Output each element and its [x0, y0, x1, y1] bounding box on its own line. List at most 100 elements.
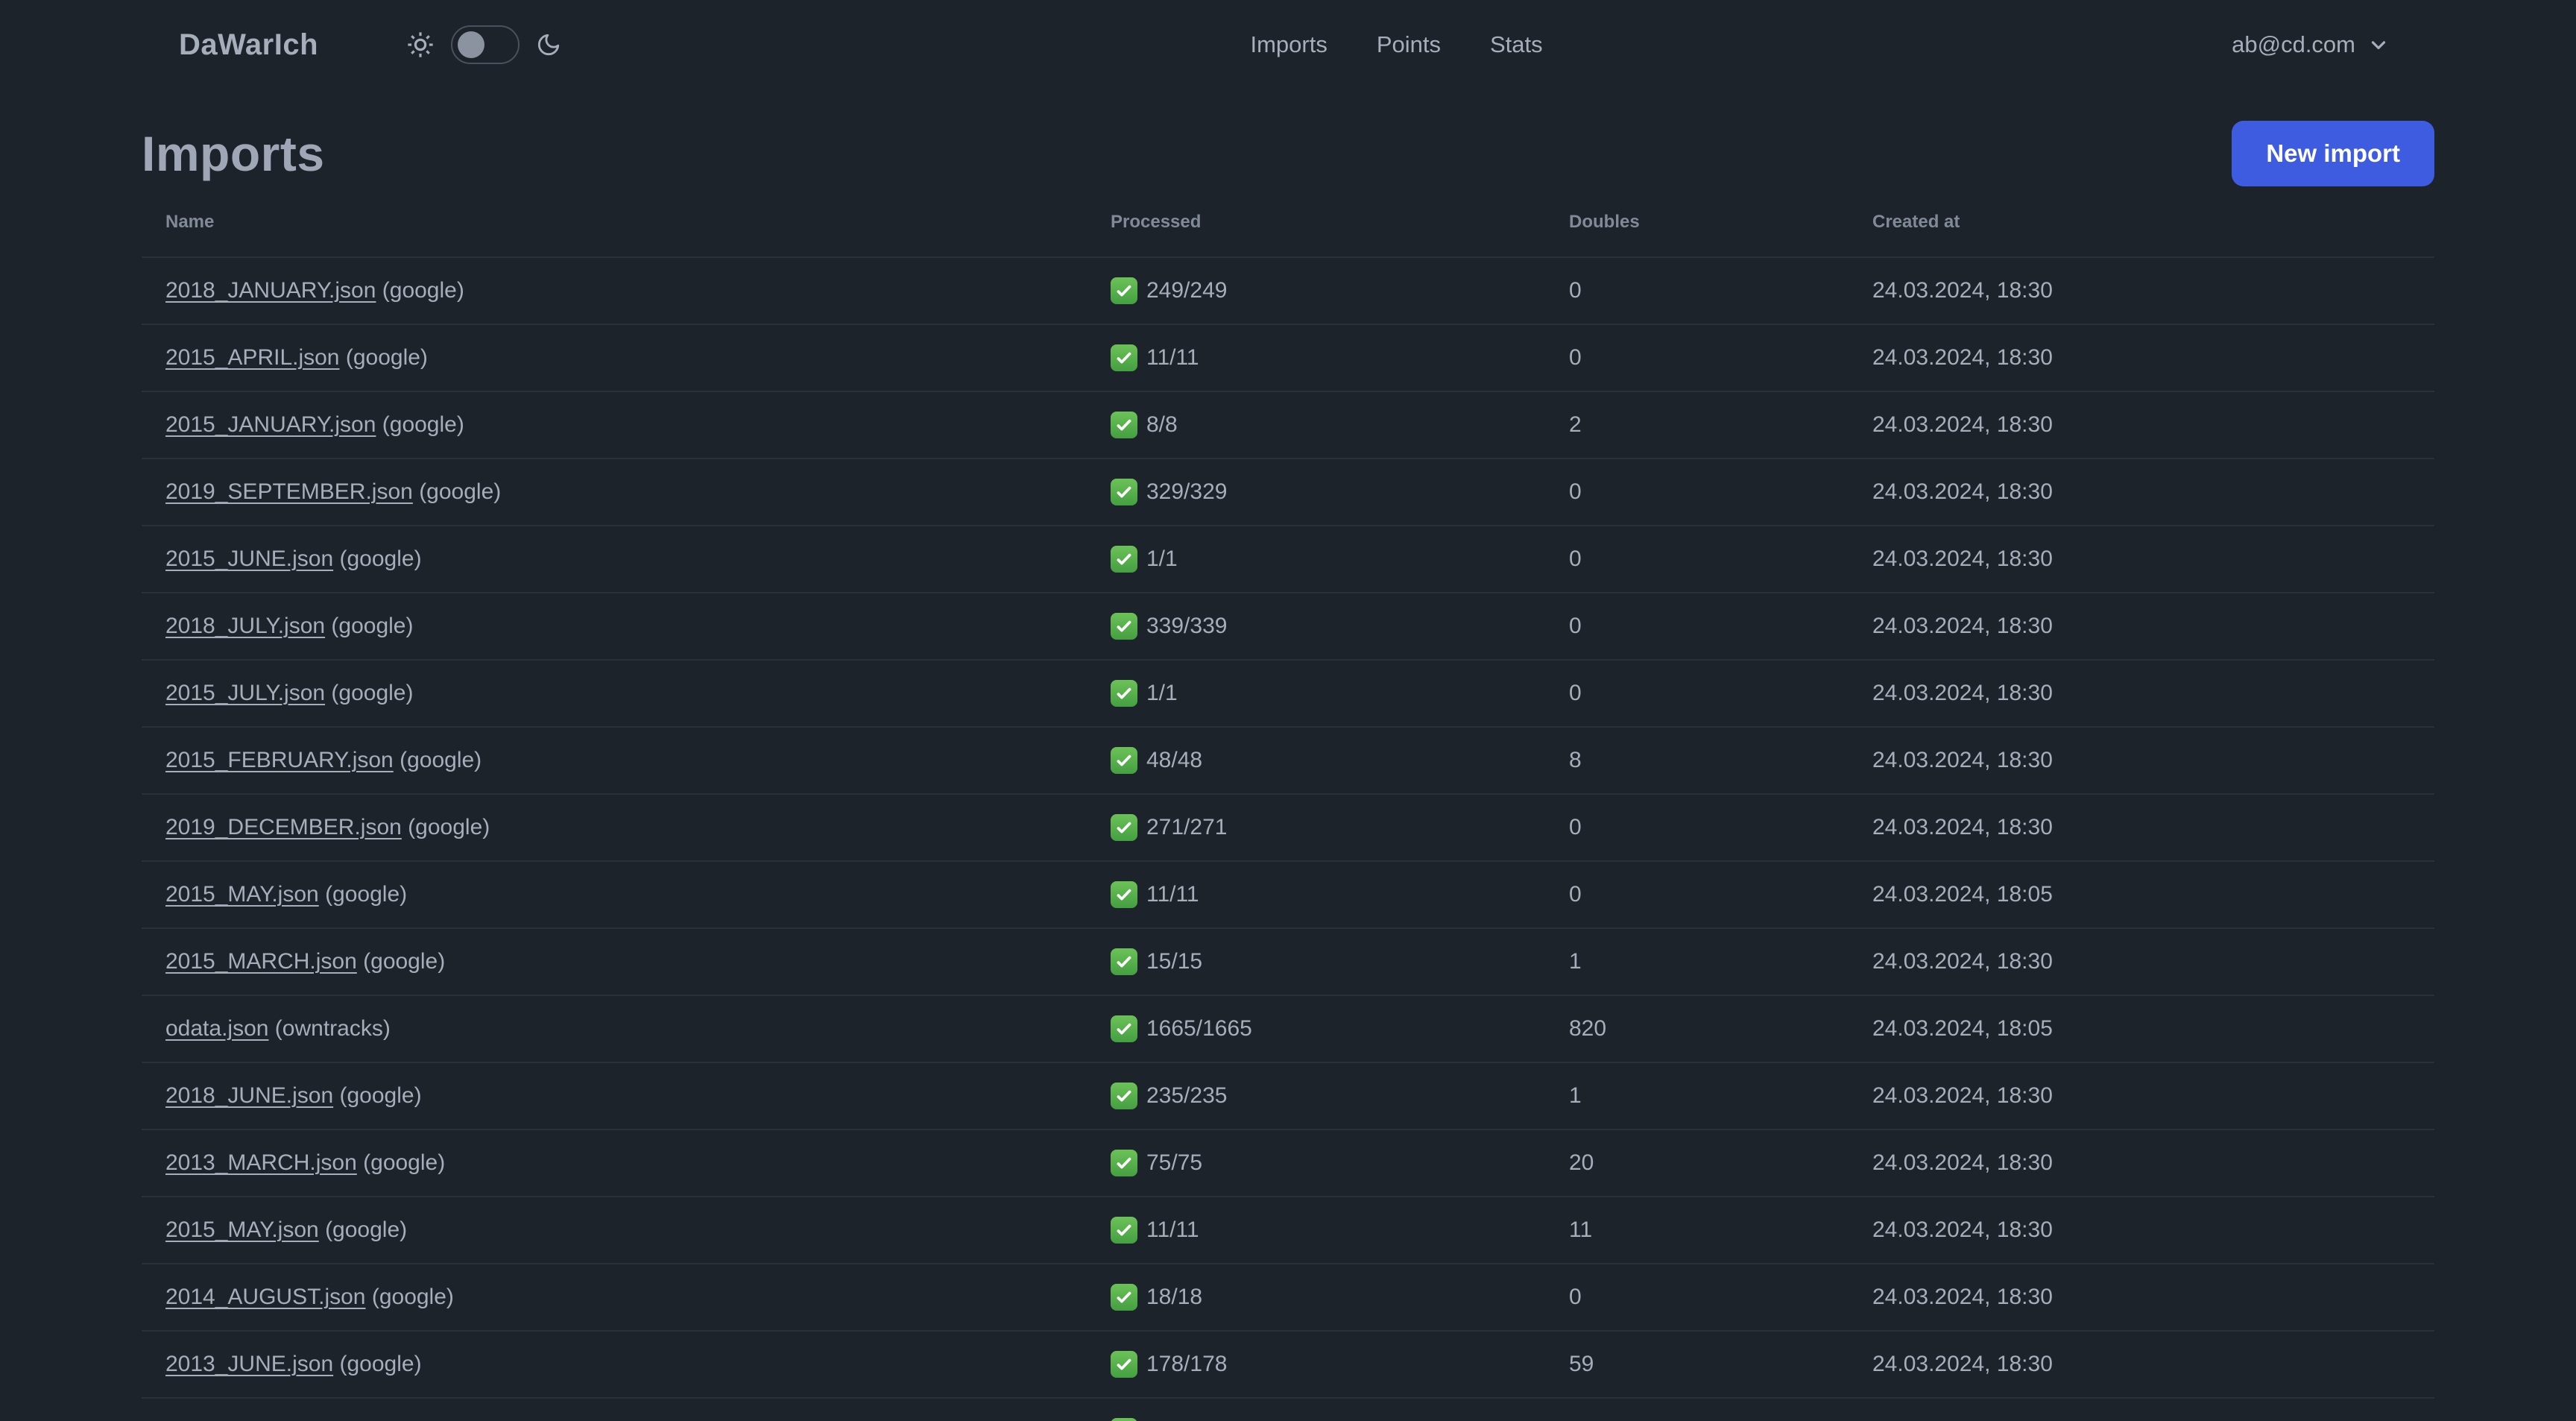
name-cell: 2019_DECEMBER.json (google): [165, 815, 1111, 840]
import-file-link[interactable]: 2018_JUNE.json: [165, 1083, 333, 1108]
created-at: 24.03.2024, 18:30: [1872, 1285, 2053, 1309]
column-header-created-at: Created at: [1872, 212, 1960, 232]
import-file-link[interactable]: 2015_FEBRUARY.json: [165, 748, 394, 772]
nav-link-stats[interactable]: Stats: [1490, 31, 1543, 58]
name-cell: 2015_MARCH.json (google): [165, 949, 1111, 974]
table-row: 2018_JANUARY.json (google) 249/249 0 24.…: [142, 256, 2434, 324]
theme-toggle[interactable]: [451, 25, 520, 64]
processed-cell: 11/11: [1111, 344, 1569, 371]
import-source: (google): [382, 412, 464, 437]
import-file-link[interactable]: 2018_JANUARY.json: [165, 278, 376, 303]
import-file-link[interactable]: 2015_MAY.json: [165, 882, 319, 907]
created-at: 24.03.2024, 18:30: [1872, 949, 2053, 974]
success-check-icon: [1111, 814, 1137, 841]
processed-count: 339/339: [1146, 614, 1228, 638]
processed-cell: 1/1: [1111, 680, 1569, 707]
processed-count: 75/75: [1146, 1150, 1203, 1175]
import-source: (google): [339, 1352, 422, 1376]
processed-cell: 15/15: [1111, 948, 1569, 975]
column-header-doubles: Doubles: [1569, 212, 1640, 232]
processed-cell: 249/249: [1111, 277, 1569, 304]
import-file-link[interactable]: 2018_JULY.json: [165, 614, 325, 638]
processed-count: 1/1: [1146, 681, 1178, 705]
processed-cell: 75/75: [1111, 1150, 1569, 1176]
success-check-icon: [1111, 479, 1137, 505]
processed-cell: [1111, 1418, 1569, 1421]
import-source: (google): [363, 1150, 446, 1175]
processed-cell: 1665/1665: [1111, 1015, 1569, 1042]
name-cell: 2015_JUNE.json (google): [165, 546, 1111, 572]
success-check-icon: [1111, 613, 1137, 640]
success-check-icon: [1111, 1150, 1137, 1176]
import-file-link[interactable]: 2013_JUNE.json: [165, 1352, 333, 1376]
sun-icon: [408, 32, 433, 57]
app-logo[interactable]: DaWarIch: [179, 28, 318, 62]
created-at: 24.03.2024, 18:30: [1872, 278, 2053, 303]
processed-count: 271/271: [1146, 815, 1228, 839]
import-source: (google): [345, 345, 428, 370]
name-cell: 2015_JANUARY.json (google): [165, 412, 1111, 438]
processed-count: 235/235: [1146, 1083, 1228, 1108]
doubles-count: 0: [1569, 681, 1582, 705]
table-row: 2015_JUNE.json (google) 1/1 0 24.03.2024…: [142, 525, 2434, 592]
processed-count: 8/8: [1146, 412, 1178, 437]
navbar: DaWarIch Imports Points Stats ab@cd.com: [0, 0, 2576, 89]
nav-link-imports[interactable]: Imports: [1250, 31, 1327, 58]
import-file-link[interactable]: 2019_DECEMBER.json: [165, 815, 402, 839]
doubles-count: 20: [1569, 1150, 1594, 1175]
import-source: (google): [400, 748, 482, 772]
processed-count: 11/11: [1146, 882, 1199, 907]
processed-cell: 18/18: [1111, 1284, 1569, 1311]
user-menu[interactable]: ab@cd.com: [2232, 31, 2390, 58]
import-file-link[interactable]: 2014_AUGUST.json: [165, 1285, 365, 1309]
import-file-link[interactable]: 2019_SEPTEMBER.json: [165, 479, 413, 504]
doubles-count: 0: [1569, 1285, 1582, 1309]
doubles-count: 0: [1569, 815, 1582, 839]
processed-count: 15/15: [1146, 949, 1203, 974]
import-file-link[interactable]: 2015_JANUARY.json: [165, 412, 376, 437]
name-cell: 2015_FEBRUARY.json (google): [165, 748, 1111, 773]
import-file-link[interactable]: 2013_MARCH.json: [165, 1150, 357, 1175]
success-check-icon: [1111, 881, 1137, 908]
table-row: 2018_JULY.json (google) 339/339 0 24.03.…: [142, 592, 2434, 659]
created-at: 24.03.2024, 18:05: [1872, 1016, 2053, 1041]
name-cell: 2018_JULY.json (google): [165, 614, 1111, 639]
import-file-link[interactable]: 2015_MARCH.json: [165, 949, 357, 974]
nav-link-points[interactable]: Points: [1377, 31, 1441, 58]
page-header: Imports New import: [142, 119, 2434, 188]
import-file-link[interactable]: 2015_APRIL.json: [165, 345, 340, 370]
success-check-icon: [1111, 546, 1137, 573]
processed-cell: 339/339: [1111, 613, 1569, 640]
doubles-count: 0: [1569, 614, 1582, 638]
name-cell: 2015_APRIL.json (google): [165, 345, 1111, 371]
doubles-count: 11: [1569, 1217, 1593, 1242]
success-check-icon: [1111, 277, 1137, 304]
success-check-icon: [1111, 344, 1137, 371]
import-file-link[interactable]: 2015_JULY.json: [165, 681, 325, 705]
created-at: 24.03.2024, 18:30: [1872, 748, 2053, 772]
doubles-count: 2: [1569, 412, 1582, 437]
table-row: 2014_AUGUST.json (google) 18/18 0 24.03.…: [142, 1263, 2434, 1330]
table-row: 2015_MARCH.json (google) 15/15 1 24.03.2…: [142, 927, 2434, 995]
doubles-count: 1: [1569, 1083, 1582, 1108]
success-check-icon: [1111, 412, 1137, 438]
created-at: 24.03.2024, 18:30: [1872, 815, 2053, 839]
column-header-name: Name: [165, 212, 215, 232]
import-file-link[interactable]: odata.json: [165, 1016, 268, 1041]
import-source: (google): [408, 815, 490, 839]
processed-cell: 48/48: [1111, 747, 1569, 774]
processed-count: 249/249: [1146, 278, 1228, 303]
import-file-link[interactable]: 2015_JUNE.json: [165, 546, 333, 571]
table-row: 2019_SEPTEMBER.json (google) 329/329 0 2…: [142, 458, 2434, 525]
doubles-count: 820: [1569, 1016, 1607, 1041]
success-check-icon: [1111, 680, 1137, 707]
created-at: 24.03.2024, 18:30: [1872, 546, 2053, 571]
processed-cell: 271/271: [1111, 814, 1569, 841]
import-source: (google): [331, 681, 414, 705]
table-row: 2015_MAY.json (google) 11/11 0 24.03.202…: [142, 860, 2434, 927]
import-source: (google): [325, 882, 408, 907]
success-check-icon: [1111, 747, 1137, 774]
new-import-button[interactable]: New import: [2232, 121, 2434, 186]
created-at: 24.03.2024, 18:30: [1872, 1352, 2053, 1376]
import-file-link[interactable]: 2015_MAY.json: [165, 1217, 319, 1242]
